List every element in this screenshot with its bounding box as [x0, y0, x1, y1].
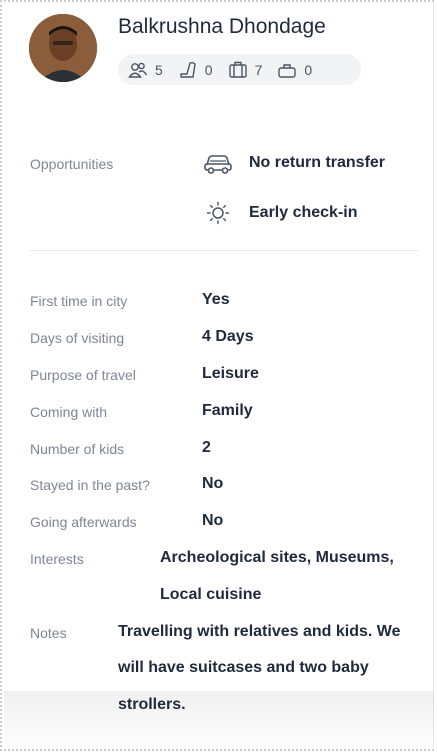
detail-label-days: Days of visiting	[30, 330, 125, 346]
stat-people: 5	[128, 61, 163, 79]
detail-value-going-afterwards: No	[202, 512, 224, 529]
guest-stats-pill: 5 0 7 0	[118, 54, 361, 85]
notes-line-1: Travelling with relatives and kids. We	[118, 623, 401, 640]
stat-luggage-value: 7	[254, 61, 263, 78]
interests-label: Interests	[30, 551, 84, 567]
detail-value-stayed: No	[202, 475, 224, 492]
guest-name: Balkrushna Dhondage	[118, 15, 326, 38]
opportunity-no-return-transfer: No return transfer	[203, 151, 385, 175]
guest-profile-card: Balkrushna Dhondage 5 0 7 0 Opportunitie…	[0, 0, 434, 751]
opportunities-label: Opportunities	[30, 156, 114, 172]
notes-line-3: strollers.	[118, 696, 186, 713]
notes-line-2: will have suitcases and two baby	[118, 659, 369, 676]
luggage-icon	[228, 61, 247, 78]
stat-luggage: 7	[228, 61, 263, 79]
detail-value-coming-with: Family	[202, 402, 253, 419]
scroll-shadow	[4, 691, 434, 751]
detail-label-purpose: Purpose of travel	[30, 367, 136, 383]
avatar-photo	[29, 14, 97, 82]
detail-label-coming-with: Coming with	[30, 404, 108, 420]
stat-bag: 0	[277, 61, 312, 79]
opportunity-text: No return transfer	[249, 154, 386, 171]
detail-label-stayed: Stayed in the past?	[30, 477, 150, 493]
people-icon	[128, 62, 148, 78]
stat-bag-value: 0	[304, 61, 313, 78]
stat-seat-value: 0	[204, 61, 213, 78]
interests-line-1: Archeological sites, Museums,	[160, 549, 394, 566]
seat-icon	[180, 61, 196, 78]
opportunity-text: Early check-in	[249, 204, 358, 221]
detail-label-first-time: First time in city	[30, 293, 128, 309]
opportunity-early-check-in: Early check-in	[203, 201, 358, 225]
notes-label: Notes	[30, 625, 67, 641]
car-icon	[204, 155, 232, 174]
detail-label-kids: Number of kids	[30, 441, 125, 457]
detail-value-kids: 2	[202, 439, 211, 456]
section-divider	[30, 250, 418, 251]
sun-icon	[206, 201, 230, 225]
interests-line-2: Local cuisine	[160, 586, 262, 603]
detail-label-going-afterwards: Going afterwards	[30, 514, 137, 530]
stat-people-value: 5	[155, 61, 163, 78]
bag-icon	[278, 63, 297, 78]
detail-value-days: 4 Days	[202, 328, 254, 345]
detail-value-first-time: Yes	[202, 291, 230, 308]
avatar[interactable]	[29, 14, 97, 82]
stat-seat: 0	[178, 61, 213, 79]
detail-value-purpose: Leisure	[202, 365, 259, 382]
